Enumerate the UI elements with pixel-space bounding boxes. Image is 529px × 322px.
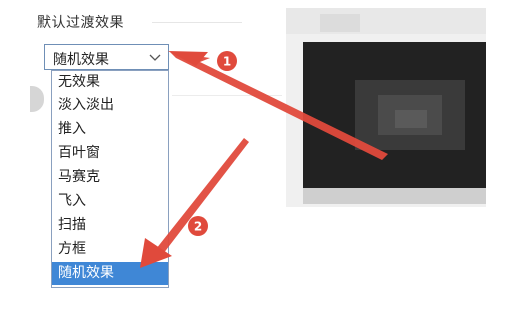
annotation-overlay: 1 2: [140, 51, 388, 268]
annotation-arrow-1: [170, 52, 388, 160]
annotation-badge-2-label: 2: [194, 220, 202, 234]
annotation-arrow-2: [156, 138, 249, 254]
annotation-badge-1-label: 1: [223, 55, 231, 69]
